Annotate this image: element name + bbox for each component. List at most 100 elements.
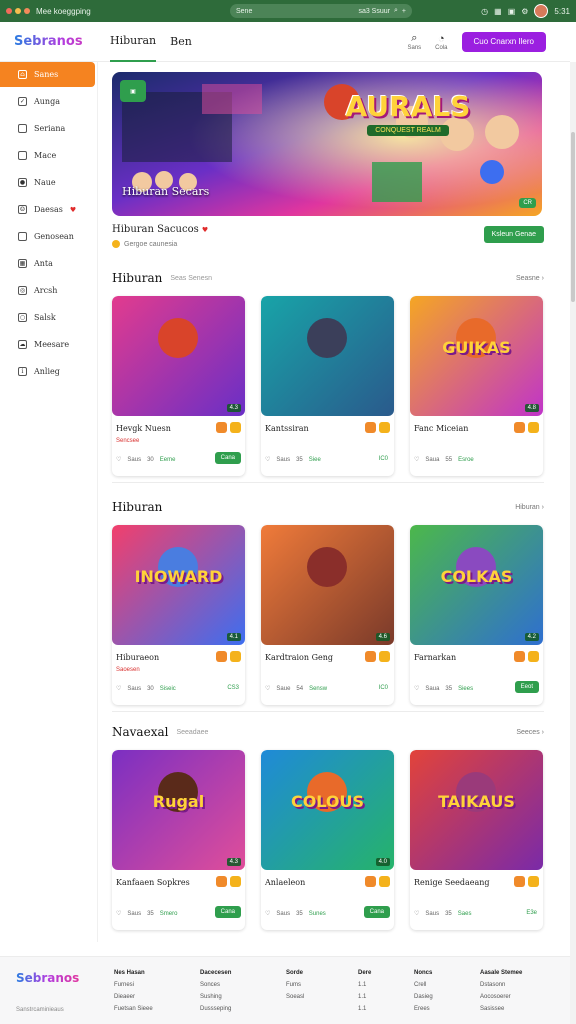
footer-link[interactable]: 1.1 [358,1003,371,1015]
tab-ben[interactable]: Ben [170,22,192,62]
sidebar-item-9[interactable]: ○ Salsk [0,305,97,330]
sidebar-item-label: Meesare [34,340,70,349]
scrollbar[interactable] [570,62,576,1024]
sidebar-item-8[interactable]: ◎ Arcsh [0,278,97,303]
heart-outline-icon[interactable]: ♡ [414,456,419,463]
game-thumbnail[interactable]: 4.6 [261,525,394,645]
game-card[interactable]: COLKAS 4.2 Farnarkan ♡ Saua 35 Siees Eeot [410,525,543,705]
url-text[interactable]: Sene [236,8,354,15]
thumbnail-title: Rugal [152,792,205,811]
sidebar-item-2[interactable]: Seriana [0,116,97,141]
footer-link[interactable]: Erees [414,1003,433,1015]
heart-outline-icon[interactable]: ♡ [265,910,270,917]
game-card[interactable]: 4.6 Kardtraion Geng ♡ Saue 54 Sensw IC0 [261,525,394,705]
sidebar-item-3[interactable]: Mace [0,143,97,168]
game-thumbnail[interactable]: TAIKAUS [410,750,543,870]
game-thumbnail[interactable] [261,296,394,416]
footer-column: Noncs Crell Dasieg Erees [414,967,433,1015]
sidebar-item-10[interactable]: ☁ Meesare [0,332,97,357]
game-thumbnail[interactable]: GUIKAS 4.8 [410,296,543,416]
heart-outline-icon[interactable]: ♡ [116,910,121,917]
see-all-link[interactable]: Hiburan › [515,504,544,511]
game-card[interactable]: 4.3 Hevgk Nuesn Sencsee ♡ Saus 30 Eeme Cana [112,296,245,476]
close-dot-icon[interactable] [6,8,12,14]
game-name: Renige Seedaeang [414,878,490,887]
extension-icon[interactable]: ▣ [508,7,516,16]
game-card[interactable]: Kantssiran ♡ Saus 35 Siee IC0 [261,296,394,476]
footer-link[interactable]: Soeasl [286,991,304,1003]
footer-link[interactable]: Sushing [200,991,231,1003]
footer-link[interactable]: Fuetsan Sieee [114,1003,153,1015]
footer-link[interactable]: Furnesi [114,979,153,991]
footer-logo[interactable]: Sebranos [16,971,79,985]
sidebar-item-7[interactable]: ▦ Anta [0,251,97,276]
heart-outline-icon[interactable]: ♡ [265,685,270,692]
hero-banner[interactable]: ▣ AURALS CONQUEST REALM Hiburan Secars C… [112,72,542,216]
footer-link[interactable]: Dstasonn [480,979,522,991]
footer-link[interactable]: Dieaeer [114,991,153,1003]
site-logo[interactable]: Sebranos [14,34,110,49]
maximize-dot-icon[interactable] [24,8,30,14]
game-thumbnail[interactable]: INOWARD 4.1 [112,525,245,645]
footer-link[interactable]: Sonces [200,979,231,991]
search-button[interactable]: ⌕ Sans [407,32,421,51]
see-all-link[interactable]: Seasne › [516,275,544,282]
footer-link[interactable]: Aocosoerer [480,991,522,1003]
heart-outline-icon[interactable]: ♡ [414,685,419,692]
footer-link[interactable]: Dussseping [200,1003,231,1015]
footer-link[interactable]: Fums [286,979,304,991]
address-bar[interactable]: Sene sa3 Ssuur ⌕ + [230,4,412,18]
game-card[interactable]: GUIKAS 4.8 Fanc Miceian ♡ Saua 55 Esroe [410,296,543,476]
avatar[interactable] [534,4,549,18]
sidebar-item-11[interactable]: i Anlieg [0,359,97,384]
heart-outline-icon[interactable]: ♡ [414,910,419,917]
search-icon[interactable]: ⌕ [394,7,398,15]
primary-cta-button[interactable]: Cuo Cnarxn Ilero [461,31,546,52]
footer-link[interactable]: Sasissee [480,1003,522,1015]
sidebar-item-4[interactable]: ● Naue [0,170,97,195]
footer-link[interactable]: Dasieg [414,991,433,1003]
notification-button[interactable]: ◔ Cola [435,33,447,51]
play-button[interactable]: Cana [214,906,241,918]
home-icon: ⌂ [18,70,27,79]
scrollbar-thumb[interactable] [571,132,575,302]
game-card[interactable]: INOWARD 4.1 Hiburaeon Saoesen ♡ Saus 30 Siseic C… [112,525,245,705]
footer-link[interactable]: 1.1 [358,991,371,1003]
browser-titlebar: Mee koeggping Sene sa3 Ssuur ⌕ + ◷ ▦ ▣ ⚙… [0,0,576,22]
heart-icon: ♥ [69,205,77,214]
sidebar-item-label: Naue [34,178,56,187]
play-button[interactable]: Cana [214,452,241,464]
featured-play-button[interactable]: Ksleun Genae [483,226,544,243]
check-icon: ✓ [18,97,27,106]
heart-outline-icon[interactable]: ♡ [265,456,270,463]
tab-hiburan[interactable]: Hiburan [110,22,157,62]
play-button[interactable]: Cana [363,906,390,918]
add-icon[interactable]: + [402,8,406,15]
heart-outline-icon[interactable]: ♡ [116,456,121,463]
footer-link[interactable]: Crell [414,979,433,991]
section-title: Hiburan [112,500,163,514]
window-controls[interactable] [6,8,30,14]
game-thumbnail[interactable]: 4.3 [112,296,245,416]
cloud-icon: ☁ [18,340,27,349]
game-thumbnail[interactable]: Rugal 4.3 [112,750,245,870]
play-button[interactable]: Eeot [514,681,539,693]
game-card[interactable]: COLOUS 4.0 Anlaeleon ♡ Saus 35 Sunes Cana [261,750,394,930]
game-thumbnail[interactable]: COLOUS 4.0 [261,750,394,870]
minimize-dot-icon[interactable] [15,8,21,14]
featured-info: Hiburan Sacucos ♥ Gergoe caunesia Ksleun… [112,224,544,260]
notification-icon[interactable]: ◷ [481,7,488,16]
game-card[interactable]: TAIKAUS Renige Seedaeang ♡ Saus 35 Saes E3e [410,750,543,930]
settings-icon[interactable]: ⚙ [521,7,528,16]
sidebar-item-0[interactable]: ⌂ Sanes [0,62,95,87]
sidebar-item-6[interactable]: Genosean [0,224,97,249]
heart-outline-icon[interactable]: ♡ [116,685,121,692]
sidebar-item-1[interactable]: ✓ Aunga [0,89,97,114]
game-card[interactable]: Rugal 4.3 Kanfaaen Sopkres ♡ Saus 35 Smero Cana [112,750,245,930]
footer-link[interactable]: 1.1 [358,979,371,991]
game-thumbnail[interactable]: COLKAS 4.2 [410,525,543,645]
see-all-link[interactable]: Seeces › [516,729,544,736]
bookmark-icon[interactable]: ▦ [494,7,502,16]
sidebar-item-5[interactable]: ☺ Daesas ♥ [0,197,97,222]
sidebar-item-label: Genosean [34,232,74,241]
